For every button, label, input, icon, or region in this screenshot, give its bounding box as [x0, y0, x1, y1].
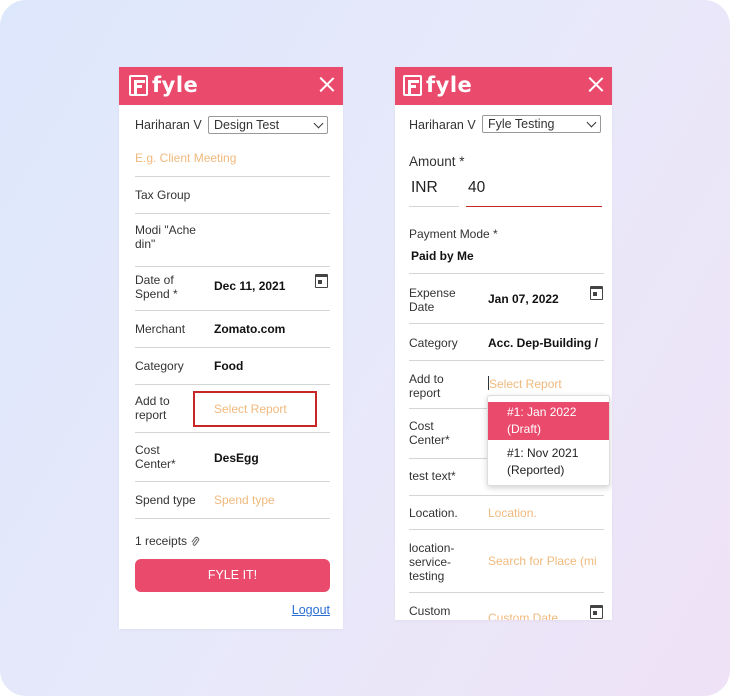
org-select[interactable]: Fyle Testing — [482, 115, 601, 133]
close-icon[interactable] — [588, 77, 603, 92]
org-select-value: Design Test — [214, 118, 280, 132]
tax-group-label: Tax Group — [135, 188, 191, 202]
close-icon[interactable] — [319, 77, 334, 92]
expense-date-value: Jan 07, 2022 — [488, 292, 559, 306]
receipts-count: 1 receipts — [135, 534, 188, 548]
merchant-value: Zomato.com — [214, 322, 286, 336]
spend-type-field[interactable]: Spend type Spend type — [135, 482, 330, 519]
logo-text: fyle — [152, 73, 199, 97]
extension-panel-left: fyle Hariharan V Design Test E.g. Client… — [119, 67, 343, 629]
user-name: Hariharan V — [409, 118, 476, 132]
amount-label: Amount * — [409, 154, 465, 169]
report-option-title: #1: Jan 2022 — [507, 405, 577, 419]
fyle-logo: fyle — [403, 74, 472, 96]
background — [0, 0, 730, 696]
custom-date-field[interactable]: Custom Custom Date — [409, 593, 604, 620]
calendar-icon[interactable] — [590, 605, 603, 619]
header-bar: fyle — [395, 67, 612, 105]
location-field[interactable]: Location. Location. — [409, 496, 604, 530]
location-placeholder: Location. — [488, 506, 537, 520]
spend-type-label: Spend type — [135, 493, 196, 507]
location-service-label: location-service-testing — [409, 541, 455, 583]
logout-link[interactable]: Logout — [292, 603, 330, 617]
cost-center-field[interactable]: Cost Center* DesEgg — [135, 433, 330, 482]
report-option-status: (Draft) — [507, 422, 541, 436]
merchant-field[interactable]: Merchant Zomato.com — [135, 311, 330, 348]
user-name: Hariharan V — [135, 118, 202, 132]
chevron-down-icon — [586, 117, 597, 128]
fyle-it-button[interactable]: FYLE IT! — [135, 559, 330, 592]
merchant-label: Merchant — [135, 322, 186, 336]
date-of-spend-value: Dec 11, 2021 — [214, 279, 286, 293]
expense-date-label: Expense Date — [409, 286, 456, 314]
fyle-logo-icon — [129, 74, 148, 96]
test-text-label: test text* — [409, 469, 456, 483]
payment-mode-field[interactable]: Payment Mode * Paid by Me — [409, 215, 604, 274]
cost-center-label: Cost Center* — [409, 419, 450, 447]
date-of-spend-label: Date of Spend * — [135, 273, 178, 301]
org-select-value: Fyle Testing — [488, 117, 555, 131]
calendar-icon[interactable] — [590, 286, 603, 300]
report-option-title: #1: Nov 2021 — [507, 446, 579, 460]
category-field[interactable]: Category Acc. Dep-Building / — [409, 324, 604, 361]
cost-center-value: DesEgg — [214, 451, 259, 465]
purpose-field[interactable]: E.g. Client Meeting — [135, 143, 330, 177]
category-field[interactable]: Category Food — [135, 348, 330, 385]
report-dropdown: #1: Jan 2022 (Draft) #1: Nov 2021 (Repor… — [487, 395, 610, 486]
report-option-status: (Reported) — [507, 463, 565, 477]
header-bar: fyle — [119, 67, 343, 105]
category-label: Category — [135, 359, 184, 373]
category-value: Food — [214, 359, 244, 373]
amount-value: 40 — [468, 179, 486, 196]
receipts-link[interactable]: 1 receipts — [135, 534, 200, 548]
org-select[interactable]: Design Test — [208, 116, 328, 134]
payment-mode-value: Paid by Me — [411, 249, 474, 263]
date-of-spend-field[interactable]: Date of Spend * Dec 11, 2021 — [135, 267, 330, 311]
location-service-field[interactable]: location-service-testing Search for Plac… — [409, 530, 604, 593]
category-value: Acc. Dep-Building / — [488, 336, 599, 350]
chevron-down-icon — [313, 118, 324, 129]
location-service-placeholder: Search for Place (min — [488, 554, 596, 568]
spend-type-placeholder: Spend type — [214, 493, 275, 507]
select-report-placeholder[interactable]: Select Report — [489, 377, 562, 391]
expense-date-field[interactable]: Expense Date Jan 07, 2022 — [409, 274, 604, 324]
category-label: Category — [409, 336, 458, 350]
modi-field[interactable]: Modi "Ache din" — [135, 214, 330, 267]
purpose-placeholder: E.g. Client Meeting — [135, 151, 237, 165]
payment-mode-label: Payment Mode * — [409, 227, 498, 241]
add-to-report-label: Add to report — [409, 372, 444, 400]
custom-label: Custom — [409, 604, 451, 618]
select-report-highlight[interactable] — [193, 391, 317, 427]
logo-text: fyle — [426, 73, 473, 97]
extension-panel-right: fyle Hariharan V Fyle Testing Amount * I… — [395, 67, 612, 620]
custom-date-placeholder: Custom Date — [488, 611, 559, 620]
report-option[interactable]: #1: Nov 2021 (Reported) — [488, 444, 609, 482]
paperclip-icon — [191, 536, 200, 546]
currency-value: INR — [411, 179, 438, 196]
fyle-logo: fyle — [129, 74, 198, 96]
add-to-report-label: Add to report — [135, 394, 170, 422]
amount-input[interactable]: 40 — [466, 175, 602, 207]
fyle-logo-icon — [403, 74, 422, 96]
modi-label: Modi "Ache din" — [135, 223, 196, 251]
location-label: Location. — [409, 506, 458, 520]
tax-group-field[interactable]: Tax Group — [135, 177, 330, 214]
report-option-selected[interactable]: #1: Jan 2022 (Draft) — [488, 402, 609, 440]
cost-center-label: Cost Center* — [135, 443, 176, 471]
currency-field[interactable]: INR — [409, 175, 459, 207]
calendar-icon[interactable] — [315, 274, 328, 288]
